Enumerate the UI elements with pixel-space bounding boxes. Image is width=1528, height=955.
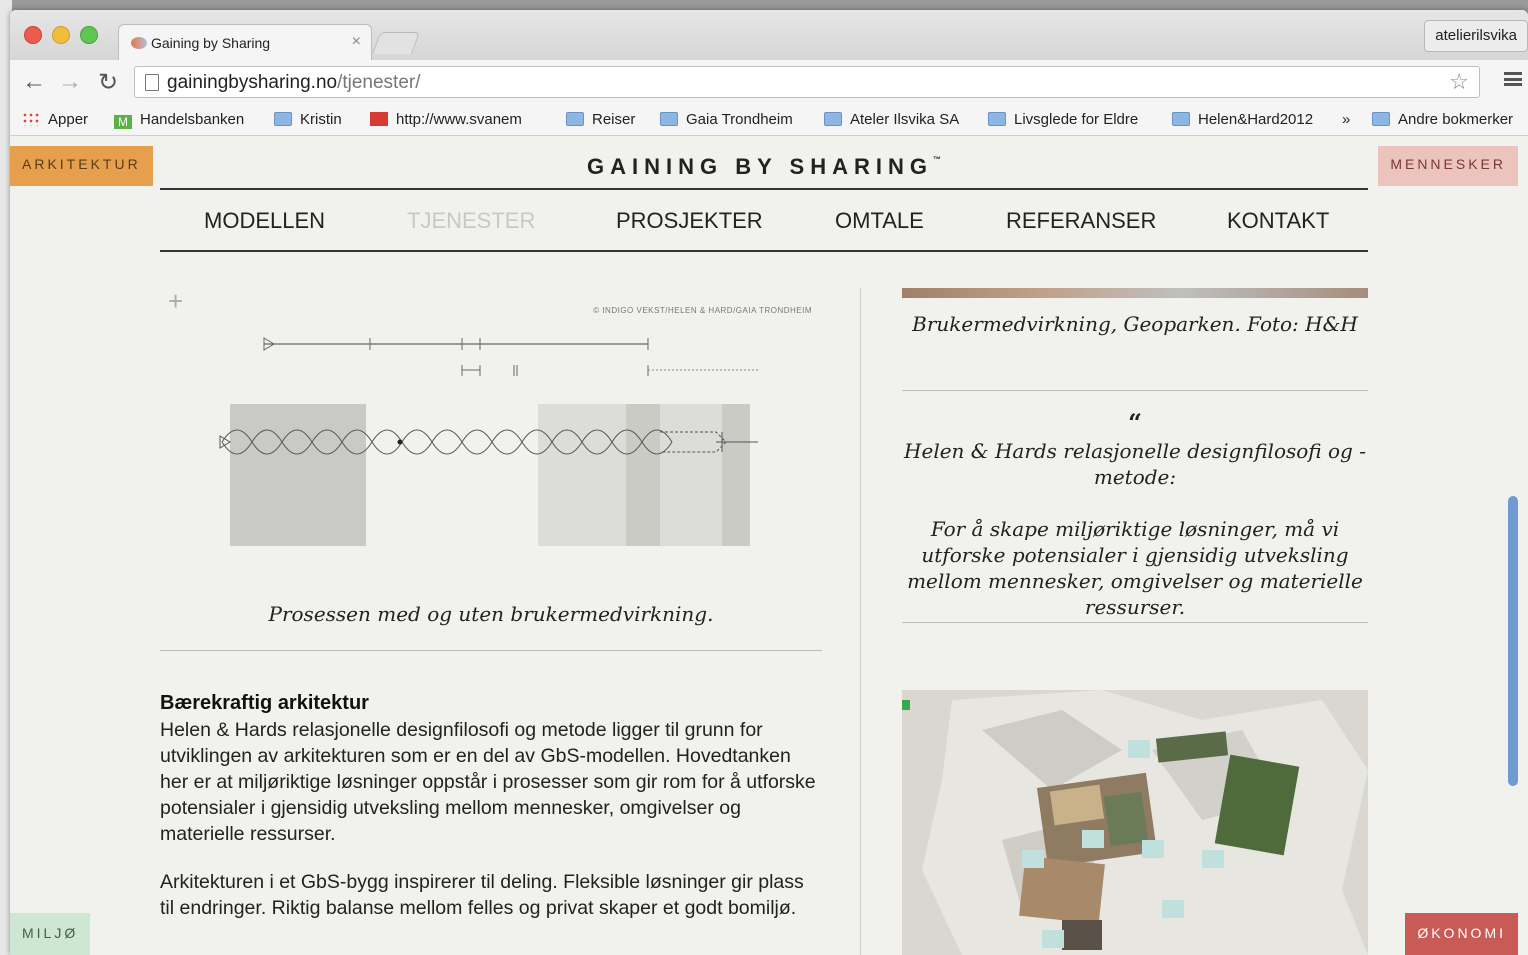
section-title: Bærekraftig arkitektur — [160, 692, 369, 714]
browser-toolbar: ← → ↻ gainingbysharing.no/tjenester/ ☆ — [10, 60, 1528, 104]
url-path: /tjenester/ — [337, 72, 421, 93]
column-divider — [860, 288, 861, 955]
quote-title: Helen & Hards relasjonelle designfilosof… — [904, 439, 1366, 489]
browser-window: Gaining by Sharing × atelierilsvika ← → … — [10, 10, 1528, 955]
nav-omtale[interactable]: OMTALE — [835, 208, 924, 234]
tab-title: Gaining by Sharing — [151, 35, 271, 51]
title-bar: Gaining by Sharing × atelierilsvika — [10, 10, 1528, 60]
nav-modellen[interactable]: MODELLEN — [204, 208, 325, 234]
nav-prosjekter[interactable]: PROSJEKTER — [616, 208, 763, 234]
workshop-photo-graphic — [902, 690, 1368, 955]
site-logo[interactable]: GAINING BY SHARING™ — [160, 154, 1368, 180]
m-icon: M — [114, 115, 132, 129]
bookmark-helen-hard[interactable]: Helen&Hard2012 — [1172, 110, 1313, 130]
bookmark-star-icon[interactable]: ☆ — [1449, 69, 1469, 95]
bookmark-label: Helen&Hard2012 — [1198, 111, 1314, 128]
nav-kontakt[interactable]: KONTAKT — [1227, 208, 1329, 234]
url-host: gainingbysharing.no — [167, 72, 338, 93]
workshop-photo[interactable] — [902, 690, 1368, 955]
bookmark-label: http://www.svanem — [396, 111, 522, 128]
red-bookmark-icon — [370, 112, 388, 126]
close-window-button[interactable] — [24, 26, 42, 44]
bookmark-svanem[interactable]: http://www.svanem — [370, 110, 550, 130]
reload-icon[interactable]: ↻ — [94, 68, 122, 97]
bookmark-gaia-trondheim[interactable]: Gaia Trondheim — [660, 110, 793, 130]
nav-bottom-divider — [160, 250, 1368, 252]
corner-arkitektur[interactable]: ARKITEKTUR — [10, 146, 153, 186]
corner-mennesker[interactable]: MENNESKER — [1378, 146, 1518, 186]
right-divider-top — [902, 390, 1368, 391]
bookmark-label: Kristin — [300, 111, 342, 128]
body-paragraph-2: Arkitekturen i et GbS-bygg inspirerer ti… — [160, 871, 804, 919]
bookmark-label: Apper — [48, 111, 89, 128]
trademark: ™ — [932, 155, 941, 164]
url-text[interactable]: gainingbysharing.no/tjenester/ — [167, 72, 421, 94]
photo-caption: Brukermedvirkning, Geoparken. Foto: H&H — [912, 312, 1358, 336]
profile-button[interactable]: atelierilsvika — [1424, 20, 1528, 52]
nav-referanser[interactable]: REFERANSER — [1006, 208, 1156, 234]
bookmark-reiser[interactable]: Reiser — [566, 110, 635, 130]
folder-icon — [566, 112, 584, 126]
bookmark-kristin[interactable]: Kristin — [274, 110, 342, 130]
corner-okonomi[interactable]: ØKONOMI — [1405, 913, 1518, 955]
folder-icon — [274, 112, 292, 126]
browser-tab[interactable]: Gaining by Sharing × — [118, 24, 372, 60]
folder-icon — [660, 112, 678, 126]
forward-arrow-icon[interactable]: → — [56, 68, 84, 96]
bookmark-label: Livsglede for Eldre — [1014, 111, 1139, 128]
bookmarks-bar: Apper M Handelsbanken Kristin http://www.… — [10, 104, 1528, 136]
web-page: ARKITEKTUR MENNESKER MILJØ ØKONOMI GAINI… — [10, 136, 1518, 955]
nav-top-divider — [160, 188, 1368, 190]
tab-close-icon[interactable]: × — [352, 33, 361, 51]
page-scrollbar[interactable] — [1508, 496, 1518, 786]
folder-icon — [1172, 112, 1190, 126]
back-arrow-icon[interactable]: ← — [20, 68, 48, 96]
folder-icon — [988, 112, 1006, 126]
left-divider — [160, 650, 822, 651]
brand-text: GAINING BY SHARING — [587, 154, 933, 179]
bookmark-ateler-ilsvika[interactable]: Ateler Ilsvika SA — [824, 110, 959, 130]
bookmark-handelsbanken[interactable]: M Handelsbanken — [114, 110, 244, 130]
diagram-caption: Prosessen med og uten brukermedvirkning. — [268, 602, 714, 626]
bookmarks-overflow-chevron[interactable]: » — [1342, 110, 1350, 130]
diagram-graphic — [219, 337, 758, 546]
bookmark-livsglede[interactable]: Livsglede for Eldre — [988, 110, 1138, 130]
right-divider-bottom — [902, 622, 1368, 623]
process-diagram: + © INDIGO VEKST/HELEN & HARD/GAIA TROND… — [160, 286, 822, 576]
folder-icon — [1372, 112, 1390, 126]
page-icon — [145, 74, 159, 91]
quote-body: For å skape miljøriktige løsninger, må v… — [907, 517, 1363, 619]
quote-mark-icon: “ — [1128, 408, 1142, 437]
corner-miljo[interactable]: MILJØ — [10, 913, 91, 955]
apps-icon — [22, 112, 40, 126]
photo-top-strip — [902, 288, 1368, 298]
hamburger-menu-icon[interactable] — [1504, 72, 1522, 86]
nav-tjenester[interactable]: TJENESTER — [407, 208, 535, 234]
body-paragraph-1: Helen & Hards relasjonelle designfilosof… — [160, 719, 816, 845]
bookmark-label: Andre bokmerker — [1398, 111, 1514, 128]
bookmark-andre-bokmerker[interactable]: Andre bokmerker — [1372, 110, 1513, 130]
folder-icon — [824, 112, 842, 126]
bookmark-label: Handelsbanken — [140, 111, 245, 128]
address-bar[interactable]: gainingbysharing.no/tjenester/ ☆ — [134, 66, 1480, 98]
bookmark-label: Ateler Ilsvika SA — [850, 111, 960, 128]
site-favicon-icon — [131, 37, 147, 49]
bookmark-label: Reiser — [592, 111, 636, 128]
minimize-window-button[interactable] — [52, 26, 70, 44]
bookmark-apper[interactable]: Apper — [22, 110, 88, 130]
bookmark-label: Gaia Trondheim — [686, 111, 793, 128]
zoom-window-button[interactable] — [80, 26, 98, 44]
new-tab-button[interactable] — [371, 32, 421, 54]
